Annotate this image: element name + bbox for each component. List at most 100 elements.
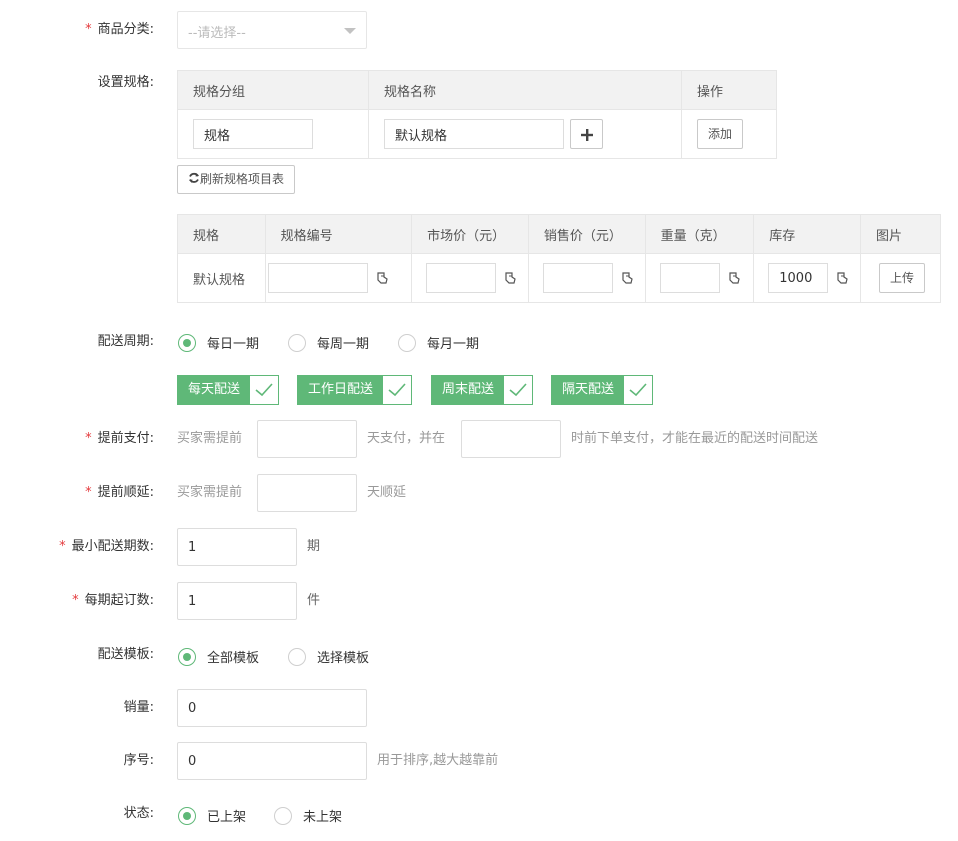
spec-header-group: 规格分组 xyxy=(177,70,369,110)
order-input[interactable] xyxy=(177,742,367,780)
sku-sale-price-cell xyxy=(527,253,646,303)
radio-on-shelf-label: 已上架 xyxy=(207,810,247,825)
batch-fill-icon[interactable] xyxy=(727,271,741,285)
spec-header-action: 操作 xyxy=(681,70,777,110)
radio-all-templates-label: 全部模板 xyxy=(207,651,260,666)
prepay-text-1: 买家需提前 xyxy=(177,431,243,446)
sku-stock-input[interactable] xyxy=(768,263,829,293)
spec-name-input[interactable] xyxy=(384,119,564,149)
tag-every-day[interactable]: 每天配送 xyxy=(177,375,280,405)
radio-daily[interactable]: 每日一期 xyxy=(178,333,259,352)
refresh-spec-button[interactable]: 刷新规格项目表 xyxy=(177,165,295,194)
batch-fill-icon[interactable] xyxy=(503,271,517,285)
status-label: 状态: xyxy=(123,806,154,821)
radio-on-shelf[interactable]: 已上架 xyxy=(178,806,246,825)
upload-button[interactable]: 上传 xyxy=(879,263,925,293)
radio-off-shelf-label: 未上架 xyxy=(303,810,343,825)
checkmark-icon-wrap xyxy=(624,376,653,404)
order-label: 序号: xyxy=(123,753,154,768)
delivery-cycle-label: 配送周期: xyxy=(97,334,154,349)
required-mark: * xyxy=(72,593,79,608)
checkmark-icon-wrap xyxy=(250,376,279,404)
required-mark: * xyxy=(85,485,92,500)
sku-stock-cell xyxy=(753,253,861,303)
radio-daily-label: 每日一期 xyxy=(207,337,260,352)
delay-days-input[interactable] xyxy=(257,474,357,512)
min-periods-unit: 期 xyxy=(307,539,321,554)
tag-label: 工作日配送 xyxy=(298,376,384,404)
spec-name-cell xyxy=(368,109,682,159)
sku-market-price-input[interactable] xyxy=(426,263,497,293)
delay-label: * 提前顺延: xyxy=(85,484,154,502)
tag-weekend[interactable]: 周末配送 xyxy=(431,375,534,405)
min-periods-input[interactable] xyxy=(177,528,297,566)
tag-label: 周末配送 xyxy=(432,376,505,404)
radio-monthly[interactable]: 每月一期 xyxy=(398,333,479,352)
checkmark-icon xyxy=(388,383,406,397)
prepay-hour-input[interactable] xyxy=(461,420,561,458)
radio-circle xyxy=(288,333,306,352)
sku-code-input[interactable] xyxy=(267,263,368,293)
add-spec-value-button[interactable] xyxy=(570,119,604,149)
category-label: * 商品分类: xyxy=(85,21,154,39)
refresh-spec-label: 刷新规格项目表 xyxy=(199,172,284,186)
table-row: 默认规格 上传 xyxy=(177,253,941,303)
sku-sale-price-input[interactable] xyxy=(542,263,613,293)
refresh-icon xyxy=(188,172,199,183)
radio-off-shelf[interactable]: 未上架 xyxy=(274,806,342,825)
min-periods-label-text: 最小配送期数: xyxy=(71,539,154,554)
spec-action-cell: 添加 xyxy=(681,109,777,159)
sales-label: 销量: xyxy=(123,700,154,715)
spec-table: 规格分组 规格名称 操作 添加 xyxy=(177,70,777,159)
checkmark-icon-wrap xyxy=(504,376,533,404)
sku-spec-cell: 默认规格 xyxy=(177,253,266,303)
spec-header-name: 规格名称 xyxy=(368,70,682,110)
delay-text-2: 天顺延 xyxy=(367,485,407,500)
spec-group-input[interactable] xyxy=(193,119,313,149)
radio-select-template[interactable]: 选择模板 xyxy=(288,647,369,666)
batch-fill-icon[interactable] xyxy=(375,271,389,285)
radio-circle xyxy=(274,806,292,825)
category-placeholder: --请选择-- xyxy=(188,26,246,41)
radio-circle xyxy=(178,333,196,352)
sku-header-image: 图片 xyxy=(860,214,941,254)
min-qty-unit: 件 xyxy=(307,593,321,608)
sales-input[interactable] xyxy=(177,689,367,727)
radio-circle xyxy=(398,333,416,352)
min-qty-input[interactable] xyxy=(177,582,297,620)
sku-header-market-price: 市场价（元） xyxy=(411,214,529,254)
prepay-label-text: 提前支付: xyxy=(97,431,154,446)
radio-monthly-label: 每月一期 xyxy=(427,337,480,352)
min-periods-label: * 最小配送期数: xyxy=(59,538,154,556)
order-hint: 用于排序,越大越靠前 xyxy=(377,753,499,768)
radio-circle xyxy=(178,806,196,825)
add-spec-button[interactable]: 添加 xyxy=(697,119,743,149)
min-qty-label: * 每期起订数: xyxy=(72,592,154,610)
tag-label: 每天配送 xyxy=(178,376,251,404)
delay-label-text: 提前顺延: xyxy=(97,485,154,500)
category-select[interactable]: --请选择-- xyxy=(177,11,367,49)
chevron-down-icon xyxy=(344,28,356,34)
sku-header-sale-price: 销售价（元） xyxy=(527,214,646,254)
tag-alternate-day[interactable]: 隔天配送 xyxy=(551,375,654,405)
required-mark: * xyxy=(85,22,92,37)
prepay-days-input[interactable] xyxy=(257,420,357,458)
required-mark: * xyxy=(59,539,66,554)
tag-label: 隔天配送 xyxy=(552,376,625,404)
radio-weekly[interactable]: 每周一期 xyxy=(288,333,369,352)
sku-header-weight: 重量（克） xyxy=(644,214,755,254)
tag-workdays[interactable]: 工作日配送 xyxy=(297,375,413,405)
radio-circle xyxy=(178,647,196,666)
delay-text-1: 买家需提前 xyxy=(177,485,243,500)
batch-fill-icon[interactable] xyxy=(835,271,849,285)
plus-icon xyxy=(580,128,593,141)
prepay-label: * 提前支付: xyxy=(85,430,154,448)
sku-table: 规格 规格编号 市场价（元） 销售价（元） 重量（克） 库存 图片 默认规格 1… xyxy=(177,214,941,303)
template-label: 配送模板: xyxy=(97,647,154,662)
sku-code-cell xyxy=(264,253,413,303)
batch-fill-icon[interactable] xyxy=(620,271,634,285)
checkmark-icon xyxy=(509,383,527,397)
radio-all-templates[interactable]: 全部模板 xyxy=(178,647,259,666)
sku-header-code: 规格编号 xyxy=(264,214,413,254)
sku-weight-input[interactable] xyxy=(659,263,720,293)
